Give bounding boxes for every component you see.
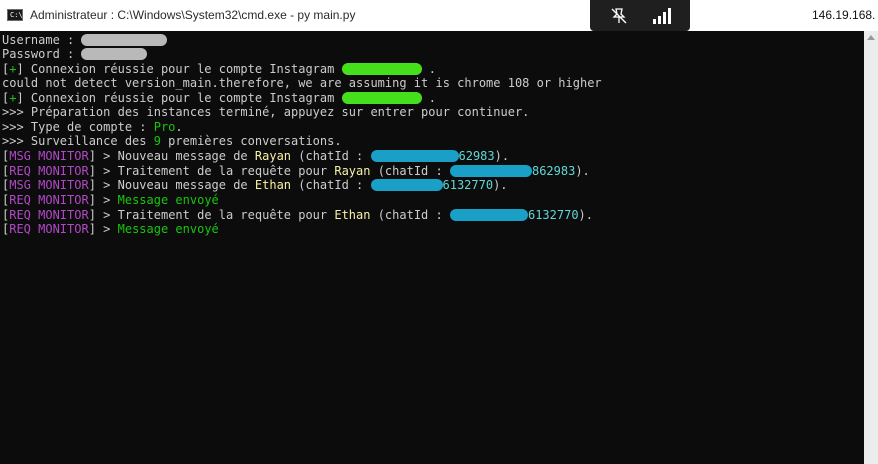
console-line: [REQ MONITOR] > Traitement de la requête… (2, 208, 593, 223)
remote-ip-address: 146.19.168. (812, 8, 876, 22)
console-text: ). (494, 149, 510, 163)
console-line: Password : (2, 47, 148, 62)
console-text: Ethan (334, 208, 371, 222)
console-output[interactable]: Username : Password : [+] Connexion réus… (0, 31, 864, 464)
console-text: ). (575, 164, 590, 178)
console-text: . (421, 62, 437, 76)
console-text: >>> Préparation des instances terminé, a… (2, 105, 530, 119)
console-line: [REQ MONITOR] > Traitement de la requête… (2, 164, 590, 179)
console-line: could not detect version_main.therefore,… (2, 76, 602, 91)
console-line: >>> Préparation des instances terminé, a… (2, 105, 529, 120)
console-text: ] > Nouveau message de (88, 149, 255, 163)
console-line: [+] Connexion réussie pour le compte Ins… (2, 62, 436, 77)
console-text: Password : (2, 47, 82, 61)
redacted-value (341, 63, 422, 75)
redacted-value (81, 48, 148, 60)
console-text: (chatId : (291, 149, 371, 163)
console-text: MSG MONITOR (9, 178, 89, 192)
redacted-value (449, 165, 532, 177)
redacted-value (81, 34, 168, 46)
console-text: (chatId : (370, 208, 450, 222)
cmd-icon: C:\. (7, 9, 27, 21)
console-text: Ethan (254, 178, 292, 192)
console-text: ] > Nouveau message de (88, 178, 255, 192)
console-text: . (175, 120, 183, 134)
console-text: >>> Surveillance des (2, 134, 154, 148)
console-text: Message envoyé (117, 193, 219, 207)
console-text: REQ MONITOR (9, 208, 89, 222)
console-text: ] > Traitement de la requête pour (88, 164, 335, 178)
console-text: ] Connexion réussie pour le compte Insta… (16, 62, 342, 76)
console-text: could not detect version_main.therefore,… (2, 76, 602, 90)
console-text: Username : (2, 33, 82, 47)
console-text: MSG MONITOR (9, 149, 89, 163)
console-text: Rayan (334, 164, 371, 178)
console-text: premières conversations. (160, 134, 342, 148)
signal-bars-icon[interactable] (652, 8, 672, 24)
console-text: (chatId : (370, 164, 450, 178)
console-text: 62983 (458, 149, 495, 163)
console-line: >>> Type de compte : Pro. (2, 120, 183, 135)
console-line: [+] Connexion réussie pour le compte Ins… (2, 91, 436, 106)
console-text: Pro (153, 120, 176, 134)
vertical-scrollbar[interactable] (864, 31, 878, 464)
console-text: REQ MONITOR (9, 164, 89, 178)
console-text: 6132770 (442, 178, 494, 192)
console-text: . (421, 91, 437, 105)
pin-off-icon[interactable] (610, 7, 628, 25)
console-text: >>> Type de compte : (2, 120, 154, 134)
console-line: [REQ MONITOR] > Message envoyé (2, 222, 219, 237)
console-text: (chatId : (291, 178, 371, 192)
console-text: Message envoyé (117, 222, 219, 236)
redacted-value (370, 179, 443, 191)
console-line: >>> Surveillance des 9 premières convers… (2, 134, 342, 149)
redacted-value (449, 209, 528, 221)
console-text: 862983 (531, 164, 576, 178)
console-text: REQ MONITOR (9, 222, 89, 236)
console-text: ] > (88, 222, 118, 236)
console-line: Username : (2, 33, 168, 48)
console-text: 6132770 (527, 208, 579, 222)
window-titlebar[interactable]: C:\. Administrateur : C:\Windows\System3… (0, 0, 878, 31)
window-title: Administrateur : C:\Windows\System32\cmd… (30, 8, 356, 22)
console-line: [REQ MONITOR] > Message envoyé (2, 193, 219, 208)
console-text: ] Connexion réussie pour le compte Insta… (16, 91, 342, 105)
remote-connection-bar[interactable] (590, 0, 690, 31)
scroll-up-arrow-icon[interactable] (867, 35, 875, 40)
console-text: ). (493, 178, 508, 192)
console-text: 9 (153, 134, 161, 148)
redacted-value (341, 92, 422, 104)
redacted-value (370, 150, 459, 162)
console-text: ] > (88, 193, 118, 207)
console-line: [MSG MONITOR] > Nouveau message de Ethan… (2, 178, 508, 193)
console-text: ). (578, 208, 593, 222)
console-text: ] > Traitement de la requête pour (88, 208, 335, 222)
console-text: REQ MONITOR (9, 193, 89, 207)
console-line: [MSG MONITOR] > Nouveau message de Rayan… (2, 149, 509, 164)
console-text: Rayan (254, 149, 292, 163)
